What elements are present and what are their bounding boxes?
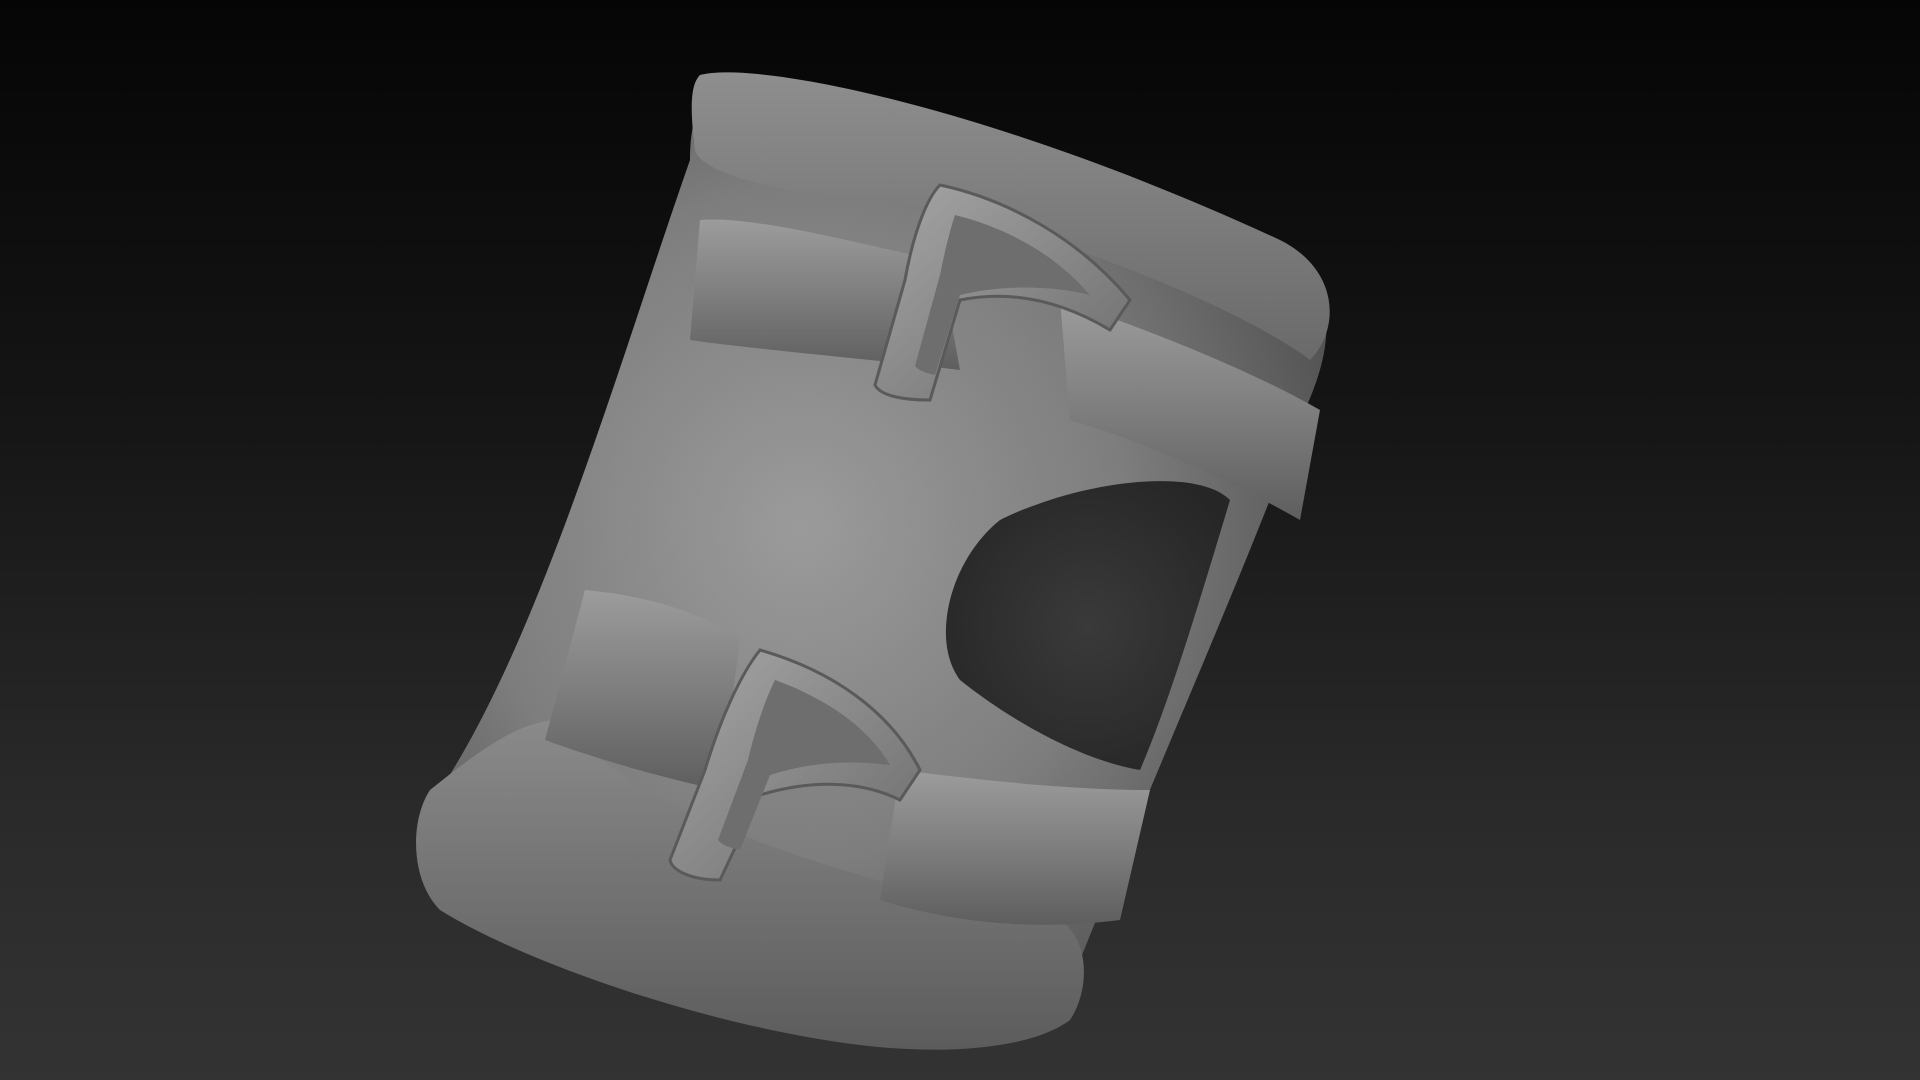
- sculpt-model[interactable]: [0, 0, 1920, 1080]
- 3d-viewport[interactable]: [0, 0, 1920, 1080]
